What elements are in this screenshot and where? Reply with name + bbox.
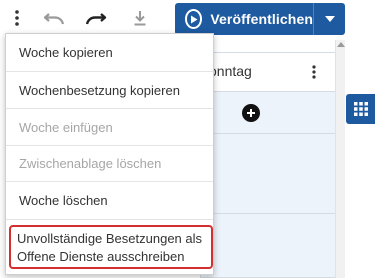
menu-item-clear-clipboard[interactable]: Zwischenablage löschen xyxy=(6,146,213,182)
week-actions-menu: Woche kopieren Wochenbesetzung kopieren … xyxy=(5,33,214,275)
menu-item-label-line1: Unvollständige Besetzungen als xyxy=(17,231,203,246)
publish-button-label: Veröffentlichen xyxy=(210,11,313,27)
add-circle-icon[interactable] xyxy=(242,104,260,122)
side-panel-toggle[interactable] xyxy=(346,94,375,124)
caret-down-icon xyxy=(324,16,335,22)
add-shift-row xyxy=(201,92,336,134)
schedule-cell[interactable] xyxy=(201,134,336,214)
grid-apps-icon xyxy=(353,102,368,116)
menu-item-publish-open-shifts[interactable]: Unvollständige Besetzungen als Offene Di… xyxy=(9,225,213,269)
menu-item-label: Woche löschen xyxy=(19,193,108,208)
download-icon[interactable] xyxy=(126,4,154,32)
menu-item-copy-week-staffing[interactable]: Wochenbesetzung kopieren xyxy=(6,72,213,109)
schedule-column: onntag xyxy=(200,40,336,278)
redo-icon[interactable] xyxy=(82,4,110,32)
publish-dropdown-button[interactable] xyxy=(314,3,345,35)
more-vertical-icon[interactable] xyxy=(3,4,31,32)
menu-item-label: Wochenbesetzung kopieren xyxy=(19,82,180,98)
menu-item-delete-week[interactable]: Woche löschen xyxy=(6,182,213,220)
publish-button-group: Veröffentlichen xyxy=(175,3,345,35)
menu-item-copy-week[interactable]: Woche kopieren xyxy=(6,34,213,72)
schedule-cell[interactable] xyxy=(201,214,336,278)
publish-button[interactable]: Veröffentlichen xyxy=(175,3,313,35)
menu-item-label: Woche einfügen xyxy=(19,119,113,135)
scroll-up-arrow-icon[interactable] xyxy=(337,42,345,47)
play-circle-icon xyxy=(185,9,203,29)
column-title: onntag xyxy=(209,63,252,79)
column-more-icon[interactable] xyxy=(306,61,322,83)
vertical-scrollbar[interactable] xyxy=(335,40,345,278)
undo-icon[interactable] xyxy=(40,4,68,32)
menu-item-paste-week[interactable]: Woche einfügen xyxy=(6,109,213,146)
menu-item-label: Zwischenablage löschen xyxy=(19,156,162,171)
menu-item-label-line2: Offene Dienste ausschreiben xyxy=(17,249,185,264)
column-header: onntag xyxy=(201,52,336,92)
menu-item-label: Woche kopieren xyxy=(19,45,113,60)
